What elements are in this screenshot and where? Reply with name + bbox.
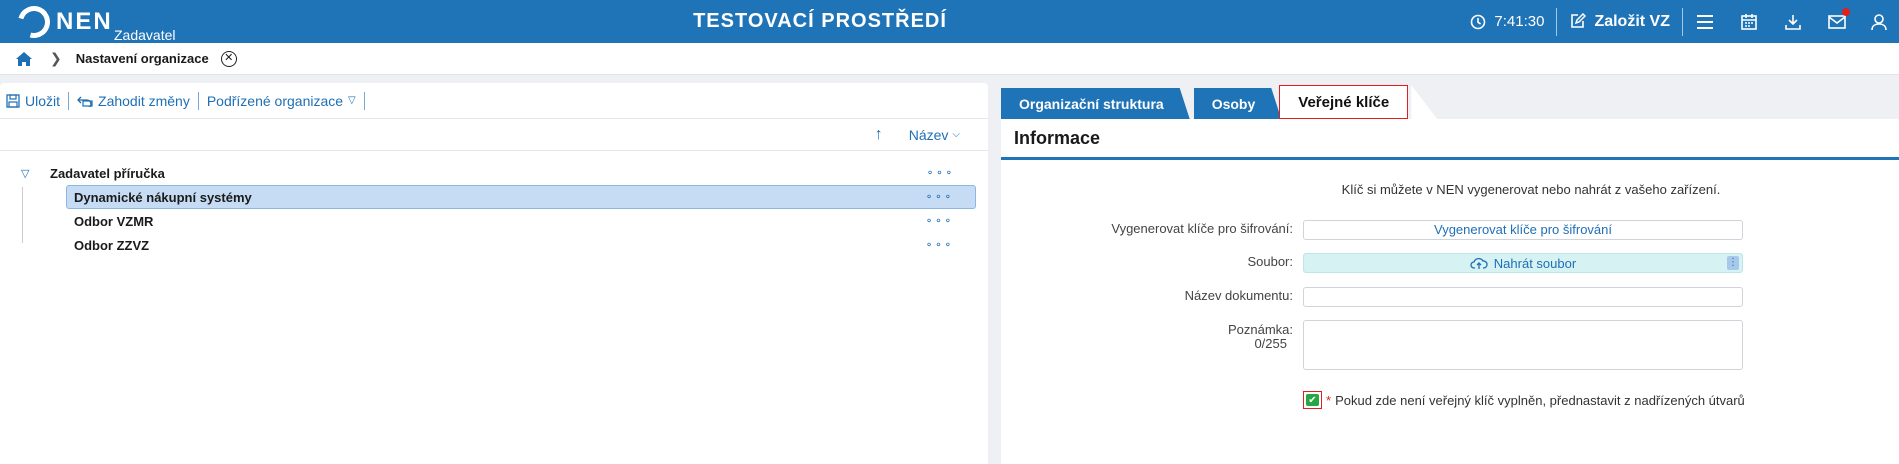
upload-file-button[interactable]: Nahrát soubor ⋮ [1303, 253, 1743, 273]
edit-icon [1571, 13, 1587, 28]
more-options-icon[interactable]: ⚬⚬⚬ [926, 168, 954, 179]
user-button[interactable] [1859, 0, 1899, 43]
organization-tree-panel: Uložit Zahodit změny Podřízené organizac… [0, 83, 988, 464]
more-options-icon[interactable]: ⚬⚬⚬ [925, 192, 953, 203]
inherit-key-checkbox[interactable]: ✔ [1303, 391, 1322, 409]
tree-item[interactable]: Odbor ZZVZ ⚬⚬⚬ [66, 233, 976, 257]
tree-root-item[interactable]: ▽ Zadavatel příručka ⚬⚬⚬ [0, 161, 988, 185]
calendar-button[interactable] [1727, 0, 1771, 43]
save-button[interactable]: Uložit [0, 91, 68, 111]
chevron-right-icon: ❯ [50, 50, 62, 66]
tab-tail [1411, 85, 1438, 119]
breadcrumb: ❯ Nastavení organizace ✕ [0, 43, 1899, 75]
detail-tabs: Organizační struktura Osoby Veřejné klíč… [1001, 85, 1438, 119]
sub-organizations-dropdown[interactable]: Podřízené organizace ▽ [199, 91, 364, 111]
menu-icon [1697, 14, 1713, 29]
divider [363, 91, 365, 110]
file-label: Soubor: [1247, 254, 1293, 269]
save-icon [6, 93, 20, 108]
note-textarea[interactable] [1303, 320, 1743, 370]
notification-badge [1842, 8, 1850, 16]
download-button[interactable] [1771, 0, 1815, 43]
tab-organization-structure[interactable]: Organizační struktura [1001, 88, 1190, 119]
upload-file-label: Nahrát soubor [1493, 255, 1577, 271]
discard-changes-label: Zahodit změny [98, 92, 190, 109]
sort-by-dropdown[interactable]: Název ⌵ [909, 127, 960, 143]
home-icon [16, 51, 32, 66]
tab-label: Veřejné klíče [1298, 93, 1390, 111]
download-icon [1785, 14, 1801, 30]
user-icon [1871, 13, 1887, 30]
checkmark-icon: ✔ [1306, 394, 1319, 406]
sort-arrow-up-icon[interactable]: ↑ [875, 126, 883, 144]
top-right-toolbar: 7:41:30 Založit VZ [1458, 0, 1899, 43]
environment-title: TESTOVACÍ PROSTŘEDÍ [693, 10, 947, 32]
collapse-triangle-icon[interactable]: ▽ [21, 167, 29, 180]
menu-button[interactable] [1683, 0, 1727, 43]
undo-icon [77, 96, 93, 107]
more-options-icon[interactable]: ⚬⚬⚬ [925, 216, 953, 227]
document-name-input[interactable] [1303, 287, 1743, 307]
generate-keys-label: Vygenerovat klíče pro šifrování: [1111, 221, 1293, 236]
tree-item-label: Odbor ZZVZ [74, 237, 150, 253]
sort-row: ↑ Název ⌵ [0, 119, 988, 151]
create-vz-button[interactable]: Založit VZ [1557, 0, 1682, 43]
session-time: 7:41:30 [1494, 13, 1545, 30]
note-label: Poznámka: [1227, 322, 1293, 337]
sort-by-label: Název [908, 126, 949, 143]
tree-item[interactable]: Dynamické nákupní systémy ⚬⚬⚬ [66, 185, 976, 209]
organization-tree: ▽ Zadavatel příručka ⚬⚬⚬ Dynamické nákup… [0, 151, 988, 257]
generate-keys-button[interactable]: Vygenerovat klíče pro šifrování [1303, 220, 1743, 240]
close-icon[interactable]: ✕ [220, 50, 237, 67]
messages-button[interactable] [1815, 0, 1859, 43]
kebab-menu-icon[interactable]: ⋮ [1727, 256, 1739, 270]
session-timer: 7:41:30 [1458, 0, 1556, 43]
top-bar: NEN Zadavatel TESTOVACÍ PROSTŘEDÍ 7:41:3… [0, 0, 1899, 44]
clock-icon [1471, 14, 1486, 29]
note-counter: 0/255 [1254, 336, 1287, 351]
chevron-down-icon: ⌵ [952, 129, 960, 140]
create-vz-label: Založit VZ [1594, 12, 1670, 30]
tab-persons[interactable]: Osoby [1194, 88, 1282, 119]
home-button[interactable] [14, 49, 34, 69]
triangle-down-icon: ▽ [348, 95, 356, 106]
discard-changes-button[interactable]: Zahodit změny [69, 91, 198, 111]
divider [197, 91, 199, 110]
tree-item-label: Odbor VZMR [74, 213, 154, 229]
section-title: Informace [1001, 119, 1899, 160]
save-label: Uložit [25, 92, 61, 109]
mail-icon [1828, 14, 1846, 29]
tab-public-keys[interactable]: Veřejné klíče [1279, 85, 1409, 119]
tree-connector-line [22, 187, 23, 243]
generate-keys-button-label: Vygenerovat klíče pro šifrování [1434, 222, 1612, 237]
form-hint: Klíč si můžete v NEN vygenerovat nebo na… [1341, 182, 1721, 197]
tree-root-label: Zadavatel příručka [50, 165, 165, 181]
required-asterisk: * [1326, 392, 1332, 408]
tab-label: Organizační struktura [1019, 95, 1164, 112]
tree-item[interactable]: Odbor VZMR ⚬⚬⚬ [66, 209, 976, 233]
calendar-icon [1741, 13, 1757, 30]
inherit-key-label: Pokud zde není veřejný klíč vyplněn, pře… [1335, 392, 1745, 408]
tree-item-label: Dynamické nákupní systémy [74, 189, 252, 205]
breadcrumb-current: Nastavení organizace [75, 51, 209, 66]
tab-label: Osoby [1211, 95, 1256, 112]
inherit-key-option: ✔ * Pokud zde není veřejný klíč vyplněn,… [1303, 391, 1745, 409]
tree-toolbar: Uložit Zahodit změny Podřízené organizac… [0, 83, 988, 119]
cloud-upload-icon [1470, 257, 1488, 269]
more-options-icon[interactable]: ⚬⚬⚬ [925, 240, 953, 251]
document-name-label: Název dokumentu: [1184, 288, 1293, 303]
divider [68, 91, 70, 110]
public-keys-panel: Informace Klíč si můžete v NEN vygenerov… [1001, 119, 1899, 464]
sub-organizations-label: Podřízené organizace [206, 92, 344, 109]
